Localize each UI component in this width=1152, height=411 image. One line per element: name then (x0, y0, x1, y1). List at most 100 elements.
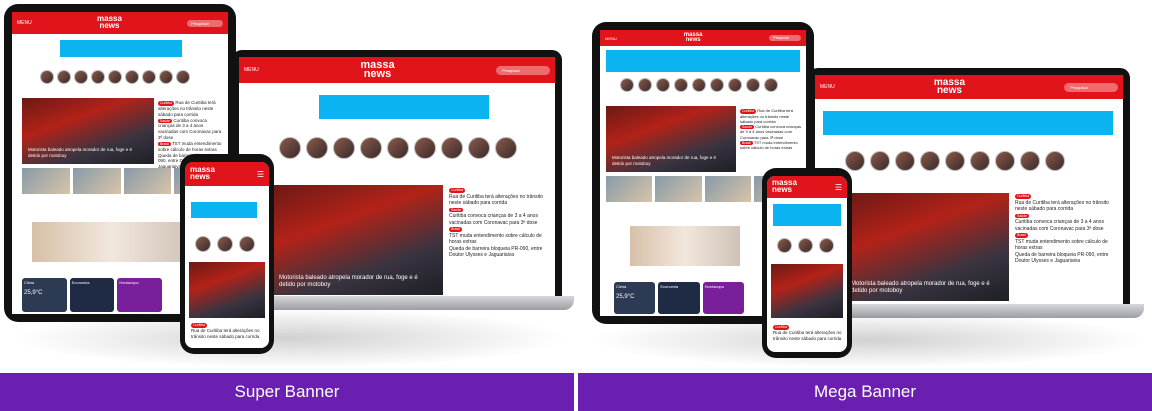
menu-button[interactable]: MENU (820, 84, 835, 90)
story-avatar[interactable] (995, 151, 1015, 171)
super-banner[interactable] (60, 40, 182, 57)
news-item[interactable]: Brasil TST muda entendimento sobre cálcu… (740, 140, 802, 151)
hamburger-icon[interactable]: ☰ (257, 170, 264, 179)
news-item[interactable]: Saúde Curitiba convoca crianças de 3 a 4 … (449, 207, 545, 227)
story-avatar[interactable] (656, 78, 670, 92)
horoscope-card[interactable]: Horóscopo (702, 282, 744, 314)
story-avatar[interactable] (1045, 151, 1065, 171)
super-banner[interactable] (191, 202, 257, 218)
weather-card[interactable]: Clima 25,9°C (22, 278, 67, 312)
menu-button[interactable]: MENU (605, 36, 617, 41)
horoscope-card[interactable]: Horóscopo (117, 278, 163, 312)
story-avatar[interactable] (57, 70, 71, 84)
story-avatar[interactable] (845, 151, 865, 171)
news-item[interactable]: Curitiba Rua de Curitiba terá alterações … (1015, 193, 1115, 213)
story-avatar[interactable] (746, 78, 760, 92)
story-avatar[interactable] (764, 78, 778, 92)
thumbnail[interactable] (606, 176, 653, 202)
thumbnail[interactable] (655, 176, 702, 202)
super-banner[interactable] (319, 95, 489, 119)
thumbnail[interactable] (704, 176, 751, 202)
menu-button[interactable]: MENU (244, 67, 259, 73)
economy-card[interactable]: Economia (658, 282, 700, 314)
weather-card[interactable]: Clima 25,9°C (614, 282, 656, 314)
story-avatar[interactable] (692, 78, 706, 92)
site-logo[interactable]: massa news (772, 179, 797, 194)
story-avatar[interactable] (674, 78, 688, 92)
hero-headline[interactable]: Motorista baleado atropela morador de ru… (612, 155, 722, 166)
hero-image[interactable]: Motorista baleado atropela morador de ru… (22, 98, 154, 164)
story-avatar[interactable] (279, 137, 301, 159)
story-avatar[interactable] (920, 151, 940, 171)
story-avatar[interactable] (108, 70, 122, 84)
site-logo[interactable]: massa news (97, 15, 122, 30)
story-avatar[interactable] (895, 151, 915, 171)
news-item[interactable]: Curitiba Rua de Curitiba terá alterações … (449, 187, 545, 207)
story-avatar[interactable] (40, 70, 54, 84)
hero-headline[interactable]: Motorista baleado atropela morador de ru… (851, 281, 997, 295)
story-avatar[interactable] (387, 137, 409, 159)
mega-banner[interactable] (823, 111, 1113, 135)
thumbnail[interactable] (72, 168, 121, 194)
story-avatar[interactable] (620, 78, 634, 92)
story-avatar[interactable] (239, 236, 255, 252)
hero-headline[interactable]: Motorista baleado atropela morador de ru… (28, 147, 138, 158)
story-avatar[interactable] (159, 70, 173, 84)
story-avatar[interactable] (306, 137, 328, 159)
news-item[interactable]: Saúde Curitiba convoca crianças de 3 a 4… (740, 124, 802, 140)
site-logo[interactable]: massa news (190, 166, 215, 181)
mega-banner[interactable] (773, 204, 841, 226)
news-item[interactable]: Brasil TST muda entendimento sobre cálcu… (158, 141, 224, 153)
hero-headline[interactable]: Motorista baleado atropela morador de ru… (279, 275, 429, 289)
search-input[interactable]: Pesquisar (1064, 82, 1118, 92)
story-avatar[interactable] (125, 70, 139, 84)
story-avatar[interactable] (91, 70, 105, 84)
story-avatar[interactable] (945, 151, 965, 171)
thumbnail[interactable] (22, 168, 70, 194)
news-item[interactable]: Curitiba Rua de Curitiba terá alterações… (740, 108, 802, 124)
news-item[interactable]: Queda de barreira bloqueia PR-090, entre… (449, 246, 545, 259)
hero-image[interactable] (771, 264, 843, 318)
story-avatar[interactable] (728, 78, 742, 92)
story-avatar[interactable] (74, 70, 88, 84)
search-input[interactable]: Pesquisar (187, 19, 223, 27)
news-item[interactable]: Brasil TST muda entendimento sobre cálcul… (1015, 232, 1115, 252)
story-avatar[interactable] (777, 238, 792, 253)
story-avatar[interactable] (217, 236, 233, 252)
site-logo[interactable]: massa news (684, 32, 703, 43)
hero-image[interactable]: Motorista baleado atropela morador de ru… (273, 185, 443, 295)
hamburger-icon[interactable]: ☰ (835, 183, 842, 192)
story-avatar[interactable] (638, 78, 652, 92)
story-avatar[interactable] (495, 137, 517, 159)
site-logo[interactable]: massa news (360, 59, 394, 80)
story-avatar[interactable] (710, 78, 724, 92)
hero-image[interactable]: Motorista baleado atropela morador de ru… (606, 106, 736, 172)
story-avatar[interactable] (176, 70, 190, 84)
story-avatar[interactable] (414, 137, 436, 159)
ad-block[interactable] (630, 226, 740, 266)
story-avatar[interactable] (970, 151, 990, 171)
thumbnail[interactable] (123, 168, 172, 194)
economy-card[interactable]: Economia (69, 278, 115, 312)
news-item[interactable]: Brasil TST muda entendimento sobre cálcul… (449, 226, 545, 246)
story-avatar[interactable] (468, 137, 490, 159)
story-avatar[interactable] (360, 137, 382, 159)
news-item[interactable]: Curitiba Rua de Curitiba terá alterações… (158, 100, 224, 118)
story-avatar[interactable] (333, 137, 355, 159)
news-item[interactable]: Saúde Curitiba convoca crianças de 3 a 4 … (1015, 213, 1115, 233)
story-avatar[interactable] (870, 151, 890, 171)
news-item[interactable]: Curitiba Rua de Curitiba terá alterações … (191, 322, 263, 340)
ad-block[interactable] (32, 222, 192, 262)
story-avatar[interactable] (195, 236, 211, 252)
story-avatar[interactable] (798, 238, 813, 253)
story-avatar[interactable] (1020, 151, 1040, 171)
search-input[interactable]: Pesquisar (769, 35, 801, 41)
news-item[interactable]: Queda de barreira bloqueia PR-090, entre… (1015, 252, 1115, 265)
news-item[interactable]: Saúde Curitiba convoca crianças de 3 a 4… (158, 118, 224, 141)
story-avatar[interactable] (142, 70, 156, 84)
mega-banner[interactable] (606, 50, 800, 72)
story-avatar[interactable] (441, 137, 463, 159)
story-avatar[interactable] (819, 238, 834, 253)
hero-image[interactable]: Motorista baleado atropela morador de ru… (845, 193, 1009, 301)
menu-button[interactable]: MENU (17, 20, 32, 26)
